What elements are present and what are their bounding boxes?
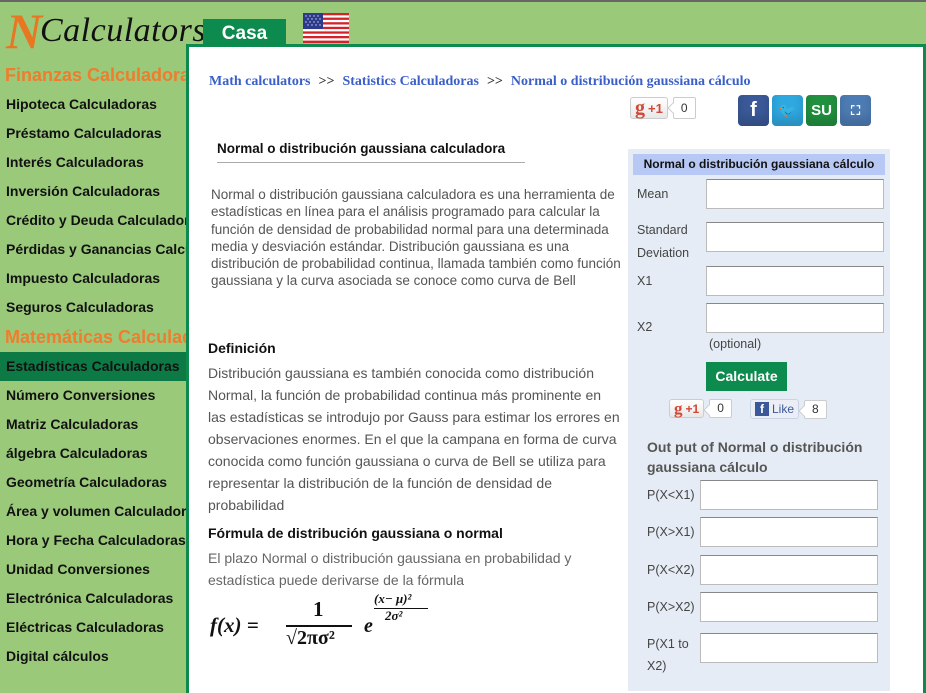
- calculator-panel: Normal o distribución gaussiana cálculo …: [628, 149, 890, 691]
- google-g-icon: g: [674, 398, 683, 418]
- x2-optional-note: (optional): [709, 337, 762, 351]
- formula-lhs: f(x) =: [210, 613, 259, 637]
- us-flag-icon[interactable]: [303, 13, 349, 43]
- breadcrumb: Math calculators >> Statistics Calculadora…: [209, 74, 751, 90]
- sidebar-item-perdidas[interactable]: Pérdidas y Ganancias Calculadoras: [0, 235, 186, 264]
- sidebar-item-algebra[interactable]: álgebra Calculadoras: [0, 439, 186, 468]
- sidebar-item-electricas[interactable]: Eléctricas Calculadoras: [0, 613, 186, 642]
- x1-label: X1: [637, 274, 653, 288]
- output-label-gt-x1: P(X>X1): [647, 525, 695, 539]
- formula-text: El plazo Normal o distribución gaussiana…: [208, 550, 572, 588]
- sidebar-item-credito[interactable]: Crédito y Deuda Calculadoras: [0, 206, 186, 235]
- sidebar-item-area[interactable]: Área y volumen Calculadoras: [0, 497, 186, 526]
- gplus-count: 0: [709, 399, 732, 418]
- formula-base: e: [364, 615, 373, 637]
- x2-input[interactable]: [706, 303, 884, 333]
- sidebar-item-hora[interactable]: Hora y Fecha Calculadoras: [0, 526, 186, 555]
- gplus-label: +1: [685, 401, 700, 416]
- breadcrumb-separator: >>: [318, 74, 335, 89]
- formula-exp-denominator: 2σ²: [385, 608, 403, 623]
- myspace-icon[interactable]: ⛶: [840, 95, 871, 126]
- sidebar-item-seguros[interactable]: Seguros Calculadoras: [0, 293, 186, 322]
- logo-text: Calculators: [40, 12, 207, 49]
- definition-text: Distribución gaussiana es también conoci…: [208, 365, 620, 513]
- gplus-widget-top: g +1 0: [630, 97, 696, 119]
- output-label-lt-x1: P(X<X1): [647, 488, 695, 502]
- output-label-lt-x2: P(X<X2): [647, 563, 695, 577]
- site-logo[interactable]: N Calculators: [2, 3, 206, 59]
- formula-denominator: √2πσ²: [286, 627, 335, 649]
- breadcrumb-current[interactable]: Normal o distribución gaussiana cálculo: [511, 74, 751, 89]
- output-x1-to-x2[interactable]: [700, 633, 878, 663]
- definition-heading: Definición: [208, 340, 276, 356]
- x1-input[interactable]: [706, 266, 884, 296]
- std-dev-input[interactable]: [706, 222, 884, 252]
- logo-initial: N: [6, 3, 43, 59]
- facebook-icon[interactable]: f: [738, 95, 769, 126]
- formula-numerator: 1: [313, 597, 324, 621]
- page-title: Normal o distribución gaussiana calculad…: [217, 141, 525, 163]
- sidebar-item-prestamo[interactable]: Préstamo Calculadoras: [0, 119, 186, 148]
- breadcrumb-statistics[interactable]: Statistics Calculadoras: [342, 74, 479, 89]
- sidebar-section-matematicas[interactable]: Matemáticas Calculadoras: [0, 322, 186, 352]
- sidebar-section-finanzas[interactable]: Finanzas Calculadoras: [0, 60, 186, 90]
- x2-label: X2: [637, 320, 653, 334]
- breadcrumb-separator: >>: [486, 74, 503, 89]
- formula-exp-numerator: (x− μ)²: [374, 591, 412, 606]
- sidebar-item-unidad[interactable]: Unidad Conversiones: [0, 555, 186, 584]
- gplus-count: 0: [672, 97, 696, 119]
- facebook-like-button[interactable]: f Like: [750, 399, 800, 419]
- output-gt-x1[interactable]: [700, 517, 878, 547]
- mean-label: Mean: [637, 187, 669, 201]
- output-gt-x2[interactable]: [700, 592, 878, 622]
- fb-like-label: Like: [772, 402, 795, 416]
- google-g-icon: g: [635, 97, 645, 119]
- fb-like-count: 8: [804, 399, 827, 419]
- facebook-f-icon: f: [755, 402, 769, 416]
- intro-text: Normal o distribución gaussiana calculad…: [211, 187, 621, 289]
- gplus-widget-panel: g +1 0: [669, 399, 732, 418]
- output-label-x1-to-x2: P(X1 to X2): [647, 637, 689, 673]
- sidebar-item-electronica[interactable]: Electrónica Calculadoras: [0, 584, 186, 613]
- gplus-button[interactable]: g +1: [630, 97, 668, 119]
- sidebar-item-estadisticas[interactable]: Estadísticas Calculadoras: [0, 352, 186, 381]
- sidebar-item-hipoteca[interactable]: Hipoteca Calculadoras: [0, 90, 186, 119]
- share-buttons: f 🐦 SU ⛶: [738, 95, 871, 126]
- output-title: Out put of Normal o distribución gaussia…: [647, 439, 863, 475]
- gplus-button[interactable]: g +1: [669, 398, 705, 418]
- output-lt-x2[interactable]: [700, 555, 878, 585]
- output-lt-x1[interactable]: [700, 480, 878, 510]
- mean-input[interactable]: [706, 179, 884, 209]
- calculator-title: Normal o distribución gaussiana cálculo: [633, 154, 885, 175]
- output-label-gt-x2: P(X>X2): [647, 600, 695, 614]
- sidebar-item-geometria[interactable]: Geometría Calculadoras: [0, 468, 186, 497]
- calculate-button[interactable]: Calculate: [706, 362, 787, 391]
- sidebar: Finanzas Calculadoras Hipoteca Calculado…: [0, 60, 186, 671]
- sidebar-item-impuesto[interactable]: Impuesto Calculadoras: [0, 264, 186, 293]
- sidebar-item-numero[interactable]: Número Conversiones: [0, 381, 186, 410]
- top-border: [0, 0, 926, 2]
- std-dev-label: Standard Deviation: [637, 223, 690, 260]
- twitter-icon[interactable]: 🐦: [772, 95, 803, 126]
- main-content: Math calculators >> Statistics Calculadora…: [186, 44, 926, 693]
- formula-heading: Fórmula de distribución gaussiana o norm…: [208, 525, 503, 541]
- stumbleupon-icon[interactable]: SU: [806, 95, 837, 126]
- sidebar-item-digital[interactable]: Digital cálculos: [0, 642, 186, 671]
- gplus-label: +1: [648, 100, 663, 116]
- sidebar-item-interes[interactable]: Interés Calculadoras: [0, 148, 186, 177]
- home-tab[interactable]: Casa: [203, 19, 286, 47]
- facebook-like-widget: f Like 8: [750, 399, 827, 419]
- sidebar-item-inversion[interactable]: Inversión Calculadoras: [0, 177, 186, 206]
- sidebar-item-matriz[interactable]: Matriz Calculadoras: [0, 410, 186, 439]
- breadcrumb-math[interactable]: Math calculators: [209, 74, 310, 89]
